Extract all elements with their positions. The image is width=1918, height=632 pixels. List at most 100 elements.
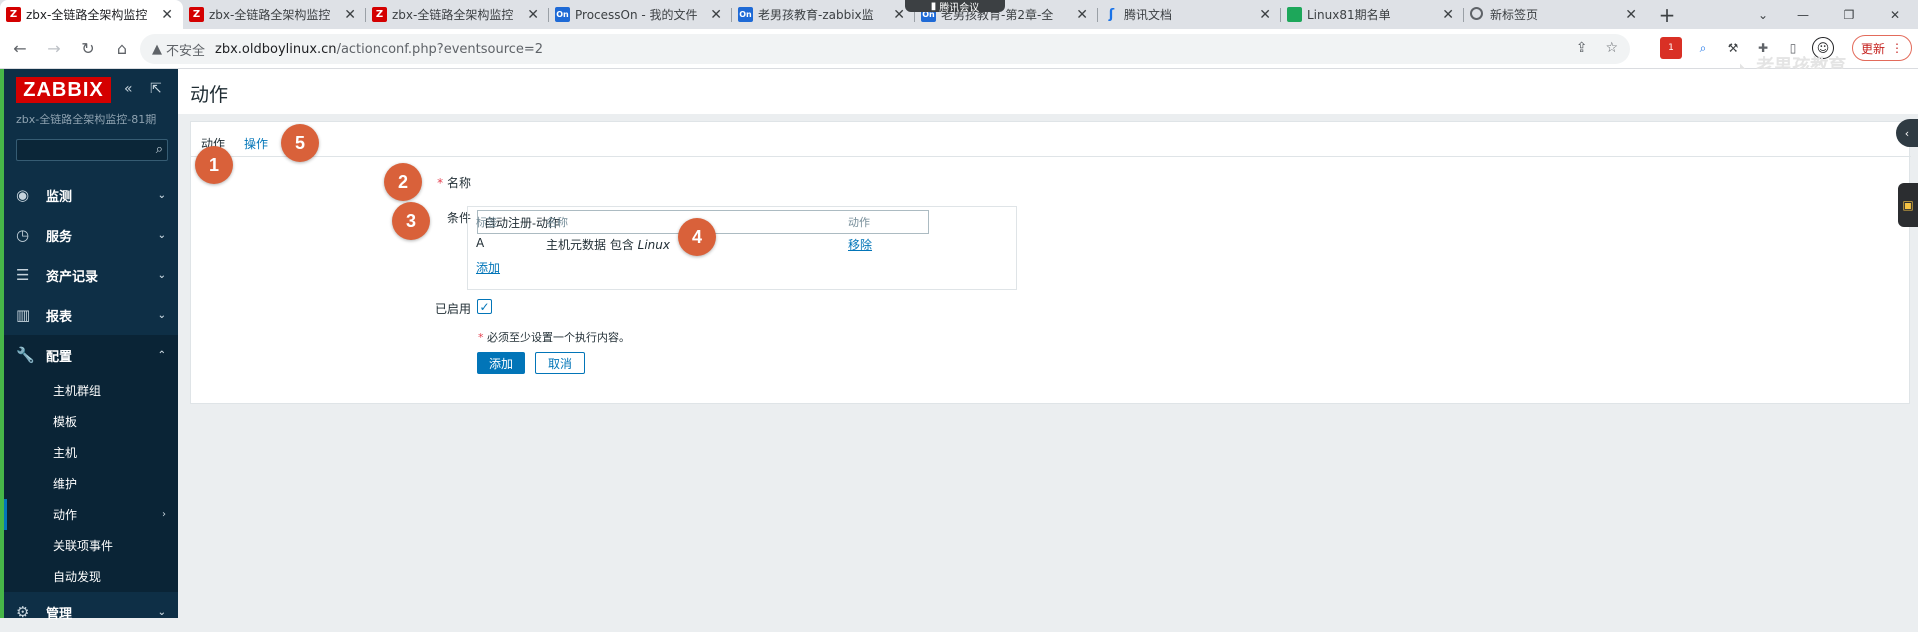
search-extension-icon[interactable]: ⌕ xyxy=(1692,37,1714,59)
close-icon[interactable]: ✕ xyxy=(1259,7,1271,23)
processon-favicon: On xyxy=(555,7,570,22)
search-input[interactable]: ⌕ xyxy=(16,139,168,161)
close-icon[interactable]: ✕ xyxy=(1442,7,1454,23)
close-icon[interactable]: ✕ xyxy=(344,7,356,23)
collapse-sidebar-icon[interactable]: « xyxy=(124,81,133,97)
tab-title: 老男孩教育-zabbix监 xyxy=(758,8,874,22)
main-content: 动作 动作 操作 * 名称 条件 标签 名称 动作 A 主机元数据 包含 Lin… xyxy=(178,69,1918,618)
home-icon[interactable]: ⌂ xyxy=(108,35,136,63)
tab-operations[interactable]: 操作 xyxy=(244,135,268,152)
url-path: /actionconf.php?eventsource=2 xyxy=(336,41,544,57)
zabbix-favicon: Z xyxy=(189,7,204,22)
page-header: 动作 xyxy=(178,69,1918,114)
mail-extension-icon[interactable]: 1 xyxy=(1660,37,1682,59)
submenu-host-groups[interactable]: 主机群组 xyxy=(4,375,178,406)
menu-configuration[interactable]: 🔧 配置 ⌃ xyxy=(4,335,178,375)
submenu-maintenance[interactable]: 维护 xyxy=(4,468,178,499)
bookmark-star-icon[interactable]: ☆ xyxy=(1605,40,1618,56)
close-icon[interactable]: ✕ xyxy=(710,7,722,23)
side-panel-toggle-icon[interactable]: ‹ xyxy=(1896,119,1918,147)
submenu-discovery[interactable]: 自动发现 xyxy=(4,561,178,592)
address-bar[interactable]: ▲ 不安全 zbx.oldboylinux.cn/actionconf.php?… xyxy=(140,34,1630,64)
action-form-panel: 动作 操作 * 名称 条件 标签 名称 动作 A 主机元数据 包含 Linux … xyxy=(190,121,1911,404)
col-tag-header: 标签 xyxy=(476,216,498,229)
search-icon[interactable]: ⌕ xyxy=(156,142,163,157)
kiosk-mode-icon[interactable]: ⇱ xyxy=(150,81,162,97)
zabbix-logo[interactable]: ZABBIX xyxy=(16,77,111,103)
bar-chart-icon: ▥ xyxy=(16,306,31,324)
menu-services[interactable]: ◷ 服务 ⌄ xyxy=(4,215,178,255)
reload-icon[interactable]: ↻ xyxy=(74,35,102,63)
menu-label: 配置 xyxy=(46,349,73,365)
submenu-label: 动作 xyxy=(53,508,78,522)
submenu-event-correlation[interactable]: 关联项事件 xyxy=(4,530,178,561)
annotation-badge: 3 xyxy=(392,202,430,240)
page-title: 动作 xyxy=(190,84,229,106)
add-condition-link[interactable]: 添加 xyxy=(476,259,500,276)
zabbix-favicon: Z xyxy=(372,7,387,22)
forward-arrow-icon[interactable]: → xyxy=(40,35,68,63)
server-name: zbx-全链路全架构监控-81期 xyxy=(16,113,157,126)
close-icon[interactable]: ✕ xyxy=(1625,7,1637,23)
remove-condition-link[interactable]: 移除 xyxy=(848,236,872,253)
restore-icon[interactable]: ❐ xyxy=(1826,0,1872,29)
insecure-label: 不安全 xyxy=(166,43,206,59)
menu-administration[interactable]: ⚙ 管理 ⌄ xyxy=(4,592,178,632)
menu-label: 资产记录 xyxy=(46,269,99,285)
submenu-templates[interactable]: 模板 xyxy=(4,406,178,437)
add-button[interactable]: 添加 xyxy=(477,352,525,374)
share-icon[interactable]: ⇪ xyxy=(1576,40,1588,56)
window-close-icon[interactable]: ✕ xyxy=(1872,0,1918,29)
browser-tab[interactable]: Linux81期名单 ✕ xyxy=(1281,0,1464,29)
processon-favicon: On xyxy=(738,7,753,22)
enabled-label: 已启用 xyxy=(434,302,471,316)
minimize-icon[interactable]: — xyxy=(1780,0,1826,29)
browser-tab[interactable]: 新标签页 ✕ xyxy=(1464,0,1647,29)
cancel-button[interactable]: 取消 xyxy=(535,352,585,374)
tencent-docs-favicon: ʃ xyxy=(1108,7,1115,22)
submenu-hosts[interactable]: 主机 xyxy=(4,437,178,468)
tab-title: zbx-全链路全架构监控 xyxy=(26,8,148,22)
tab-title: Linux81期名单 xyxy=(1307,8,1391,22)
browser-tab[interactable]: Zzbx-全链路全架构监控 ✕ xyxy=(183,0,366,29)
sheet-favicon xyxy=(1287,7,1302,22)
list-icon: ☰ xyxy=(16,266,30,284)
browser-tab[interactable]: Zzbx-全链路全架构监控 ✕ xyxy=(0,0,183,29)
menu-monitoring[interactable]: ◉ 监测 ⌄ xyxy=(4,175,178,215)
tool-extension-icon[interactable]: ⚒ xyxy=(1722,37,1744,59)
close-icon[interactable]: ✕ xyxy=(1076,7,1088,23)
browser-toolbar: ← → ↻ ⌂ ▲ 不安全 zbx.oldboylinux.cn/actionc… xyxy=(0,29,1918,69)
sidepanel-icon[interactable]: ▯ xyxy=(1782,37,1804,59)
annotation-badge: 1 xyxy=(195,146,233,184)
browser-tab[interactable]: On ProcessOn - 我的文件 ✕ xyxy=(549,0,732,29)
col-name-header: 名称 xyxy=(546,216,568,229)
puzzle-icon[interactable]: ✚ xyxy=(1752,37,1774,59)
form-tabs: 动作 操作 xyxy=(191,122,1911,160)
main-menu: ◉ 监测 ⌄ ◷ 服务 ⌄ ☰ 资产记录 ⌄ ▥ 报表 ⌄ 🔧 配置 ⌃ 主机群组 模板 主机 维护… xyxy=(4,175,178,632)
tab-title: zbx-全链路全架构监控 xyxy=(209,8,331,22)
new-tab-button[interactable]: + xyxy=(1647,0,1687,29)
close-icon[interactable]: ✕ xyxy=(893,7,905,23)
back-arrow-icon[interactable]: ← xyxy=(6,35,34,63)
browser-tab[interactable]: Zzbx-全链路全架构监控 ✕ xyxy=(366,0,549,29)
update-button[interactable]: 更新 ⋮ xyxy=(1852,35,1912,61)
name-label: * 名称 xyxy=(437,176,471,190)
chevron-down-icon: ⌄ xyxy=(157,309,166,321)
submenu-actions[interactable]: 动作 › xyxy=(4,499,178,530)
close-icon[interactable]: ✕ xyxy=(527,7,539,23)
tab-title: 新标签页 xyxy=(1490,8,1539,22)
name-label-text: 名称 xyxy=(446,176,471,190)
profile-avatar-icon[interactable]: ☺ xyxy=(1812,37,1834,59)
chevron-down-icon: ⌄ xyxy=(157,269,166,281)
browser-tab[interactable]: On 老男孩教育-zabbix监 ✕ xyxy=(732,0,915,29)
mic-icon: ▮ xyxy=(930,0,937,12)
floating-widget-icon[interactable]: ▣ xyxy=(1898,183,1918,227)
browser-tab[interactable]: ʃ 腾讯文档 ✕ xyxy=(1098,0,1281,29)
meeting-indicator[interactable]: ▮ 腾讯会议 xyxy=(905,0,1005,14)
menu-reports[interactable]: ▥ 报表 ⌄ xyxy=(4,295,178,335)
gear-icon: ⚙ xyxy=(16,603,30,621)
menu-inventory[interactable]: ☰ 资产记录 ⌄ xyxy=(4,255,178,295)
enabled-checkbox[interactable]: ✓ xyxy=(477,299,492,314)
close-icon[interactable]: ✕ xyxy=(161,7,173,23)
update-label: 更新 xyxy=(1860,41,1885,56)
